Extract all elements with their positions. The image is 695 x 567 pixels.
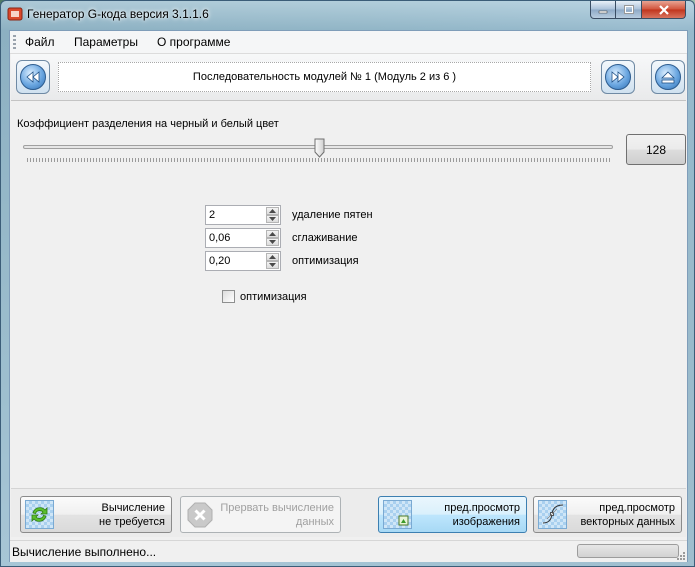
app-icon — [7, 7, 23, 21]
abort-computation-button[interactable]: Прервать вычисление данных — [180, 496, 341, 533]
spot-removal-stepper[interactable] — [266, 207, 279, 223]
compute-button[interactable]: Вычисление не требуется — [20, 496, 172, 533]
spin-up-icon[interactable] — [266, 230, 279, 238]
preview-image-button[interactable]: пред.просмотр изображения — [378, 496, 527, 533]
threshold-label: Коэффициент разделения на черный и белый… — [17, 118, 279, 130]
maximize-icon — [623, 4, 634, 14]
client-area: Файл Параметры О программе Последователь… — [9, 30, 688, 562]
refresh-icon — [25, 500, 54, 529]
image-preview-icon — [383, 500, 412, 529]
app-window: Генератор G-кода версия 3.1.1.6 Файл Пар… — [0, 0, 695, 567]
spin-up-icon[interactable] — [266, 253, 279, 261]
action-panel: Вычисление не требуется Прервать вычисле… — [11, 488, 686, 537]
menu-bar: Файл Параметры О программе — [10, 31, 687, 54]
fast-forward-icon — [611, 71, 625, 83]
next-module-button[interactable] — [601, 60, 635, 94]
sequence-label: Последовательность модулей № 1 (Модуль 2… — [58, 62, 591, 92]
spot-removal-input[interactable]: 2 — [205, 205, 281, 225]
title-bar[interactable]: Генератор G-кода версия 3.1.1.6 — [1, 1, 694, 29]
menu-file[interactable]: Файл — [25, 35, 55, 49]
close-button[interactable] — [642, 1, 686, 19]
smoothing-value: 0,06 — [209, 232, 231, 244]
threshold-slider-ticks — [27, 158, 611, 162]
smoothing-label: сглаживание — [292, 232, 358, 244]
optimization-value: 0,20 — [209, 255, 231, 267]
spin-down-icon[interactable] — [266, 215, 279, 223]
threshold-value-button[interactable]: 128 — [626, 134, 686, 165]
threshold-slider-thumb[interactable] — [314, 138, 325, 158]
close-icon — [658, 4, 669, 15]
spin-down-icon[interactable] — [266, 238, 279, 246]
navigation-panel: Последовательность модулей № 1 (Модуль 2… — [11, 54, 686, 101]
window-title: Генератор G-кода версия 3.1.1.6 — [27, 7, 209, 21]
menu-about[interactable]: О программе — [157, 35, 230, 49]
optimization-checkbox[interactable] — [222, 290, 235, 303]
eject-button[interactable] — [651, 60, 685, 94]
abort-computation-label: Прервать вычисление данных — [220, 502, 334, 528]
maximize-button[interactable] — [616, 1, 642, 19]
minimize-button[interactable] — [590, 1, 616, 19]
resize-grip-icon[interactable] — [676, 551, 686, 561]
optimization-input[interactable]: 0,20 — [205, 251, 281, 271]
eject-icon — [661, 70, 675, 83]
spin-up-icon[interactable] — [266, 207, 279, 215]
progress-bar — [577, 544, 679, 558]
minimize-icon — [598, 10, 608, 13]
menu-parameters[interactable]: Параметры — [74, 35, 138, 49]
stop-icon — [187, 502, 213, 528]
preview-image-label: пред.просмотр изображения — [444, 502, 520, 528]
preview-vector-button[interactable]: пред.просмотр векторных данных — [533, 496, 682, 533]
previous-module-button[interactable] — [16, 60, 50, 94]
rewind-icon — [26, 71, 40, 83]
smoothing-stepper[interactable] — [266, 230, 279, 246]
optimization-stepper[interactable] — [266, 253, 279, 269]
compute-button-label: Вычисление не требуется — [99, 502, 165, 528]
preview-vector-label: пред.просмотр векторных данных — [580, 502, 675, 528]
vector-preview-icon — [538, 500, 567, 529]
optimization-label: оптимизация — [292, 255, 359, 267]
spot-removal-label: удаление пятен — [292, 209, 373, 221]
status-text: Вычисление выполнено... — [12, 545, 157, 559]
spin-down-icon[interactable] — [266, 261, 279, 269]
smoothing-input[interactable]: 0,06 — [205, 228, 281, 248]
menu-grip — [13, 35, 16, 49]
spot-removal-value: 2 — [209, 209, 216, 221]
window-controls — [590, 1, 686, 20]
status-bar: Вычисление выполнено... — [10, 540, 687, 562]
optimization-checkbox-label[interactable]: оптимизация — [240, 291, 307, 303]
